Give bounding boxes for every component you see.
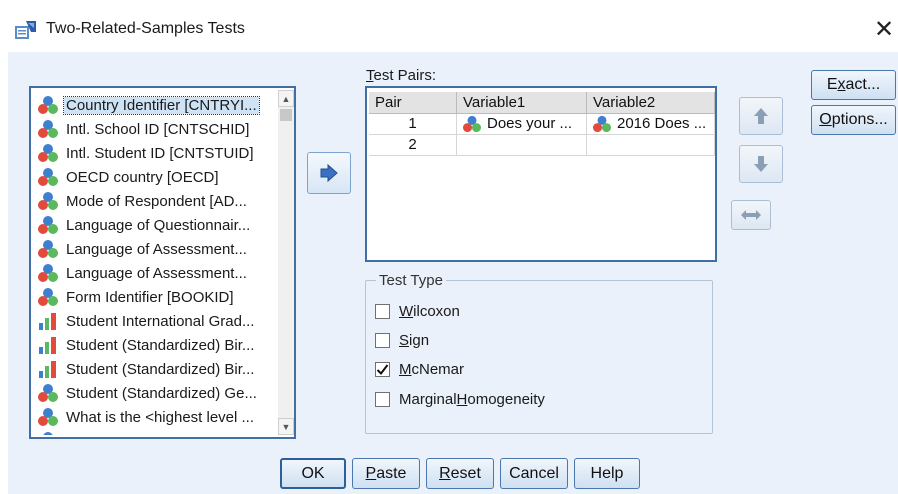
variable-list-item[interactable]: Language of Questionnair... xyxy=(37,213,278,237)
pair-number-cell[interactable]: 1 xyxy=(369,114,457,135)
column-header-pair[interactable]: Pair xyxy=(369,92,457,114)
ordinal-icon xyxy=(39,361,56,378)
nominal-icon xyxy=(38,264,58,282)
variable-list-item[interactable]: Language of Assessment... xyxy=(37,237,278,261)
pair-variable1-cell[interactable]: Does your ... xyxy=(457,114,587,135)
ordinal-icon xyxy=(39,313,56,330)
variable-list-item[interactable]: Do you usually shop online... xyxy=(37,429,278,435)
nominal-icon xyxy=(38,120,58,138)
nominal-icon xyxy=(38,408,58,426)
nominal-icon xyxy=(38,168,58,186)
variable-list-item[interactable]: Language of Assessment... xyxy=(37,261,278,285)
variable-label: OECD country [OECD] xyxy=(66,168,219,186)
swap-variables-button[interactable] xyxy=(731,200,771,230)
nominal-icon xyxy=(38,384,58,402)
ok-button[interactable]: OK xyxy=(280,458,346,489)
scroll-down-icon[interactable]: ▼ xyxy=(278,418,294,435)
variable-label: Mode of Respondent [AD... xyxy=(66,192,247,210)
mcnemar-checkbox[interactable] xyxy=(375,361,390,377)
variable-label: Student International Grad... xyxy=(66,312,255,330)
move-up-button[interactable] xyxy=(739,97,783,135)
ordinal-icon xyxy=(39,337,56,354)
marginal-homogeneity-option[interactable]: Marginal Homogeneity xyxy=(375,388,545,410)
test-type-title: Test Type xyxy=(376,272,446,289)
variable-list-item[interactable]: Student (Standardized) Ge... xyxy=(37,381,278,405)
nominal-icon xyxy=(38,192,58,210)
variable-list-item[interactable]: Student (Standardized) Bir... xyxy=(37,357,278,381)
variable-label: Language of Assessment... xyxy=(66,240,247,258)
test-pairs-label: Test Pairs: xyxy=(366,67,437,84)
nominal-icon xyxy=(38,216,58,234)
spss-dialog-icon xyxy=(15,21,36,39)
variable-list-item[interactable]: Intl. Student ID [CNTSTUID] xyxy=(37,141,278,165)
mcnemar-option[interactable]: McNemar xyxy=(375,358,464,380)
column-header-variable1[interactable]: Variable1 xyxy=(457,92,587,114)
pair-number-cell[interactable]: 2 xyxy=(369,135,457,156)
variable-label: Language of Questionnair... xyxy=(66,216,251,234)
move-down-button[interactable] xyxy=(739,145,783,183)
pair-variable2-cell[interactable]: 2016 Does ... xyxy=(587,114,715,135)
cancel-button[interactable]: Cancel xyxy=(500,458,568,489)
variable-list-item[interactable]: Country Identifier [CNTRYI... xyxy=(37,93,278,117)
paste-button[interactable]: Paste xyxy=(352,458,420,489)
variable-label: Intl. Student ID [CNTSTUID] xyxy=(66,144,254,162)
variable-label: Student (Standardized) Bir... xyxy=(66,336,255,354)
sign-checkbox[interactable] xyxy=(375,332,390,348)
nominal-icon xyxy=(43,432,53,435)
variable-list-item[interactable]: What is the <highest level ... xyxy=(37,405,278,429)
scroll-thumb[interactable] xyxy=(280,109,292,121)
nominal-icon xyxy=(38,96,58,114)
close-icon: ✕ xyxy=(873,15,895,43)
pair-variable1-cell[interactable] xyxy=(457,135,587,156)
variable-list-scrollbar[interactable]: ▲ ▼ xyxy=(278,90,294,435)
marginal-homogeneity-checkbox[interactable] xyxy=(375,391,390,407)
arrow-up-icon xyxy=(754,108,768,124)
variable-list[interactable]: Country Identifier [CNTRYI... Intl. Schoo… xyxy=(29,86,296,439)
nominal-icon xyxy=(38,288,58,306)
variable-label: Student (Standardized) Ge... xyxy=(66,384,257,402)
scroll-up-icon[interactable]: ▲ xyxy=(278,90,294,107)
test-pairs-grid[interactable]: Pair Variable1 Variable2 1 Does your ...… xyxy=(365,86,717,262)
variable-label: Form Identifier [BOOKID] xyxy=(66,288,234,306)
variable-list-item[interactable]: OECD country [OECD] xyxy=(37,165,278,189)
variable-label: Country Identifier [CNTRYI... xyxy=(63,95,260,115)
variable-list-item[interactable]: Intl. School ID [CNTSCHID] xyxy=(37,117,278,141)
variable-label: Intl. School ID [CNTSCHID] xyxy=(66,120,250,138)
variable-list-item[interactable]: Student (Standardized) Bir... xyxy=(37,333,278,357)
move-to-pairs-button[interactable] xyxy=(307,152,351,194)
wilcoxon-option[interactable]: Wilcoxon xyxy=(375,300,460,322)
title-bar: Two-Related-Samples Tests ✕ xyxy=(0,0,898,52)
sign-option[interactable]: Sign xyxy=(375,329,429,351)
close-button[interactable]: ✕ xyxy=(870,14,898,44)
reset-button[interactable]: Reset xyxy=(426,458,494,489)
nominal-icon xyxy=(463,115,481,133)
variable-label: Language of Assessment... xyxy=(66,264,247,282)
swap-arrows-icon xyxy=(741,210,761,220)
column-header-variable2[interactable]: Variable2 xyxy=(587,92,715,114)
variable-label: What is the <highest level ... xyxy=(66,408,255,426)
variable-label: Student (Standardized) Bir... xyxy=(66,360,255,378)
variable-list-item[interactable]: Form Identifier [BOOKID] xyxy=(37,285,278,309)
arrow-right-icon xyxy=(320,164,338,182)
nominal-icon xyxy=(593,115,611,133)
exact-button[interactable]: Ex act... xyxy=(811,70,896,100)
nominal-icon xyxy=(38,240,58,258)
pair-variable2-cell[interactable] xyxy=(587,135,715,156)
variable-list-items: Country Identifier [CNTRYI... Intl. Schoo… xyxy=(33,90,278,435)
wilcoxon-checkbox[interactable] xyxy=(375,303,390,319)
help-button[interactable]: Help xyxy=(574,458,640,489)
arrow-down-icon xyxy=(754,156,768,172)
dialog-title: Two-Related-Samples Tests xyxy=(46,20,245,37)
checkmark-icon xyxy=(376,363,389,375)
variable-list-item[interactable]: Mode of Respondent [AD... xyxy=(37,189,278,213)
nominal-icon xyxy=(38,144,58,162)
variable-list-item[interactable]: Student International Grad... xyxy=(37,309,278,333)
options-button[interactable]: Options... xyxy=(811,105,896,135)
variable-label: Do you usually shop online... xyxy=(64,433,260,436)
